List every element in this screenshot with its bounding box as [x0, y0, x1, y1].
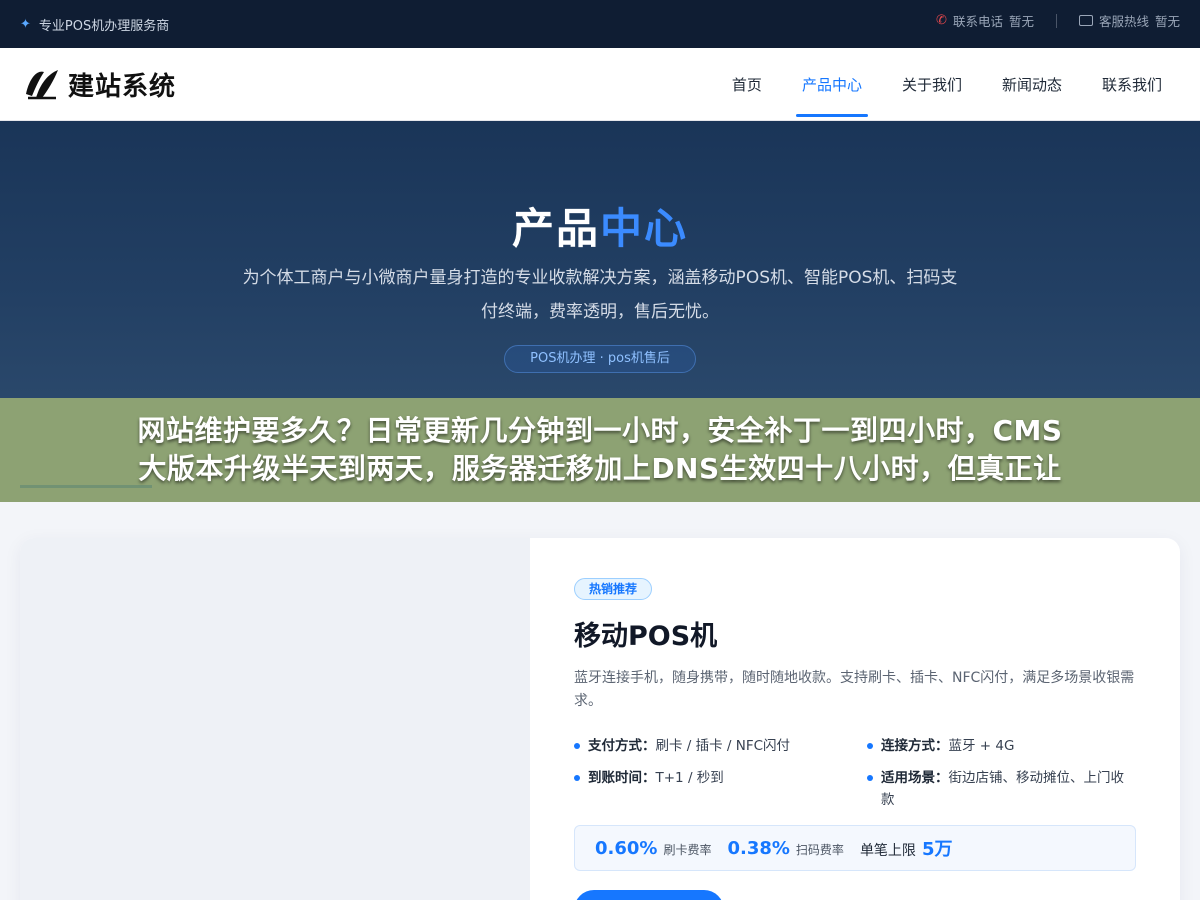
caption-line-2: 大版本升级半天到两天，服务器迁移加上DNS生效四十八小时，但真正让: [138, 452, 1062, 485]
spec-item: 支付方式：刷卡 / 插卡 / NFC闪付: [574, 735, 867, 757]
spec-value: 蓝牙 + 4G: [948, 738, 1015, 754]
spec-key: 连接方式：: [881, 738, 949, 754]
spec-key: 支付方式：: [588, 738, 656, 754]
service-value: 暂无: [1154, 14, 1180, 29]
product-description: 蓝牙连接手机，随身携带，随时随地收款。支持刷卡、插卡、NFC闪付，满足多场景收银…: [574, 670, 1135, 709]
nav-item-about[interactable]: 关于我们: [882, 48, 982, 121]
caption-line-1: 网站维护要多久？日常更新几分钟到一小时，安全补丁一到四小时，CMS: [137, 414, 1063, 447]
spec-value: 刷卡 / 插卡 / NFC闪付: [655, 738, 791, 754]
caption-overlay: 网站维护要多久？日常更新几分钟到一小时，安全补丁一到四小时，CMS 大版本升级半…: [0, 398, 1200, 502]
scan-rate-value: 0.38%: [727, 837, 790, 859]
contact-divider: [1055, 13, 1057, 28]
nav-item-news[interactable]: 新闻动态: [982, 48, 1082, 121]
product-info: 热销推荐 移动POS机 蓝牙连接手机，随身携带，随时随地收款。支持刷卡、插卡、N…: [574, 578, 1136, 871]
phone-contact: ✆ 联系电话 暂无: [936, 11, 1034, 30]
spec-list: 支付方式：刷卡 / 插卡 / NFC闪付 连接方式：蓝牙 + 4G 到账时间：T…: [574, 735, 1136, 811]
page-title: 产品中心: [0, 195, 1200, 256]
main-nav: 首页 产品中心 关于我们 新闻动态 联系我们: [712, 48, 1182, 121]
spec-item: 到账时间：T+1 / 秒到: [574, 767, 867, 811]
page-title-main: 产品: [511, 204, 600, 253]
phone-value: 暂无: [1008, 14, 1034, 29]
product-title: 移动POS机: [574, 621, 718, 652]
consult-button[interactable]: [574, 890, 724, 900]
spec-value: T+1 / 秒到: [655, 770, 724, 786]
spec-key: 适用场景：: [881, 770, 949, 786]
sparkle-icon: ✦: [20, 17, 31, 32]
scan-rate: 0.38% 扫码费率: [727, 838, 843, 859]
site-header: 建站系统 首页 产品中心 关于我们 新闻动态 联系我们: [0, 48, 1200, 121]
chat-icon: [1078, 15, 1093, 26]
spec-key: 到账时间：: [588, 770, 656, 786]
spec-item: 适用场景：街边店铺、移动摊位、上门收款: [867, 767, 1136, 811]
phone-label: 联系电话: [952, 14, 1003, 29]
spec-item: 连接方式：蓝牙 + 4G: [867, 735, 1136, 757]
rate-summary: 0.60% 刷卡费率 0.38% 扫码费率 单笔上限 5万: [574, 825, 1136, 871]
scan-rate-label: 扫码费率: [795, 842, 844, 857]
tagline: 专业POS机办理服务商: [38, 19, 170, 34]
nav-item-contact[interactable]: 联系我们: [1082, 48, 1182, 121]
nav-item-home[interactable]: 首页: [712, 48, 782, 121]
hero-description: 为个体工商户与小微商户量身打造的专业收款解决方案，涵盖移动POS机、智能POS机…: [242, 268, 958, 322]
phone-icon: ✆: [936, 13, 947, 28]
page-title-accent: 中心: [600, 204, 689, 253]
card-rate-label: 刷卡费率: [663, 842, 712, 857]
service-label: 客服热线: [1098, 14, 1149, 29]
contact-group: ✆ 联系电话 暂无 客服热线 暂无: [936, 11, 1180, 30]
single-limit: 单笔上限 5万: [860, 835, 953, 861]
limit-value: 5万: [921, 839, 953, 860]
logo-mark-icon: [26, 70, 58, 100]
service-contact: 客服热线 暂无: [1078, 11, 1180, 30]
logo-text: 建站系统: [68, 71, 177, 102]
card-rate: 0.60% 刷卡费率: [595, 838, 711, 859]
nav-item-products[interactable]: 产品中心: [782, 48, 882, 121]
top-info-bar: ✦ 专业POS机办理服务商 ✆ 联系电话 暂无 客服热线 暂无: [0, 0, 1200, 48]
site-logo[interactable]: 建站系统: [22, 64, 176, 104]
limit-label: 单笔上限: [859, 843, 916, 859]
breadcrumb-pill[interactable]: POS机办理 · pos机售后: [504, 345, 696, 373]
product-card: 热销推荐 移动POS机 蓝牙连接手机，随身携带，随时随地收款。支持刷卡、插卡、N…: [20, 538, 1180, 900]
hot-badge: 热销推荐: [574, 578, 653, 600]
tagline-group: ✦ 专业POS机办理服务商: [20, 15, 169, 34]
product-image-placeholder: [20, 538, 530, 900]
card-rate-value: 0.60%: [595, 837, 658, 859]
hero-banner: 产品中心 为个体工商户与小微商户量身打造的专业收款解决方案，涵盖移动POS机、智…: [0, 121, 1200, 398]
